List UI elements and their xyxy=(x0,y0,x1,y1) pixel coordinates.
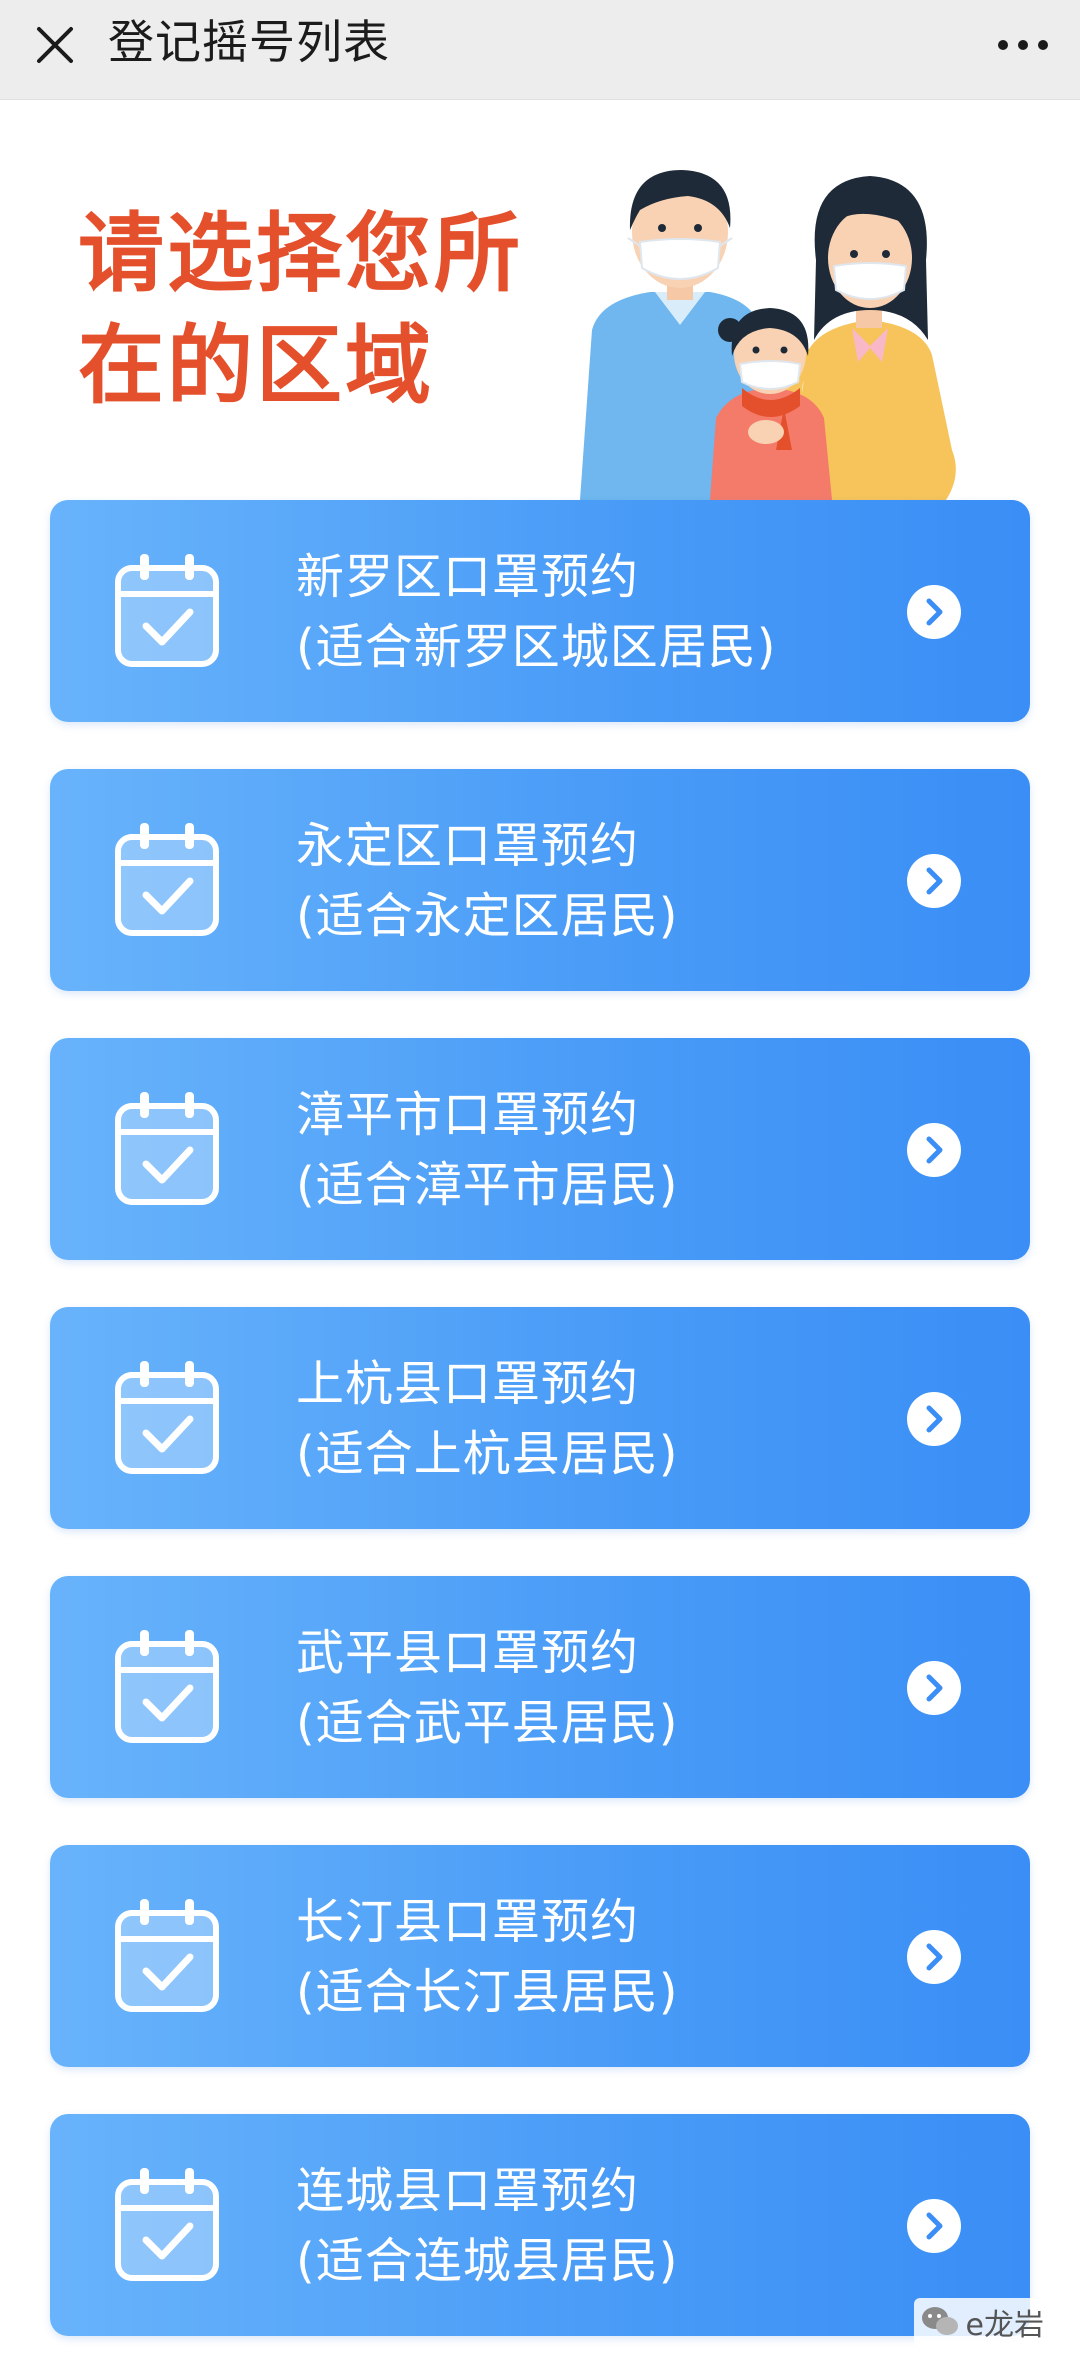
region-card-wuping[interactable]: 武平县口罩预约 (适合武平县居民) xyxy=(50,1576,1030,1798)
region-subtitle: (适合长汀县居民) xyxy=(296,1964,679,2020)
more-dots-icon xyxy=(998,40,1048,50)
region-subtitle: (适合上杭县居民) xyxy=(296,1426,679,1482)
region-subtitle: (适合连城县居民) xyxy=(296,2233,679,2289)
region-title: 上杭县口罩预约 xyxy=(296,1356,640,1412)
chevron-right-icon xyxy=(907,1661,961,1715)
close-icon xyxy=(37,27,73,63)
region-title: 永定区口罩预约 xyxy=(296,818,640,874)
top-bar: 登记摇号列表 xyxy=(0,0,1080,100)
region-subtitle: (适合永定区居民) xyxy=(296,888,679,944)
region-card-yongding[interactable]: 永定区口罩预约 (适合永定区居民) xyxy=(50,769,1030,991)
calendar-check-icon xyxy=(115,823,219,936)
region-subtitle: (适合新罗区城区居民) xyxy=(296,619,777,675)
region-card-zhangping[interactable]: 漳平市口罩预约 (适合漳平市居民) xyxy=(50,1038,1030,1260)
calendar-check-icon xyxy=(115,1092,219,1205)
chevron-right-icon xyxy=(907,1123,961,1177)
region-title: 新罗区口罩预约 xyxy=(296,549,640,605)
region-title: 连城县口罩预约 xyxy=(296,2163,640,2219)
page-title: 登记摇号列表 xyxy=(108,15,390,69)
region-card-xinluo[interactable]: 新罗区口罩预约 (适合新罗区城区居民) xyxy=(50,500,1030,722)
region-card-shanghang[interactable]: 上杭县口罩预约 (适合上杭县居民) xyxy=(50,1307,1030,1529)
watermark: e龙岩 xyxy=(913,2298,1050,2346)
chevron-right-icon xyxy=(907,1392,961,1446)
region-title: 漳平市口罩预约 xyxy=(296,1087,640,1143)
region-title: 长汀县口罩预约 xyxy=(296,1894,640,1950)
chevron-right-icon xyxy=(907,1930,961,1984)
calendar-check-icon xyxy=(115,1361,219,1474)
region-card-changting[interactable]: 长汀县口罩预约 (适合长汀县居民) xyxy=(50,1845,1030,2067)
region-subtitle: (适合漳平市居民) xyxy=(296,1157,679,1213)
page: 登记摇号列表 请选择您所在的区域 新罗区口罩预约 (适合新罗区城区居民) 永定区… xyxy=(0,0,1080,2374)
close-button[interactable] xyxy=(24,14,86,76)
chevron-right-icon xyxy=(907,585,961,639)
kid-figure xyxy=(710,308,832,500)
calendar-check-icon xyxy=(115,1630,219,1743)
region-subtitle: (适合武平县居民) xyxy=(296,1695,679,1751)
wechat-icon xyxy=(921,2307,958,2335)
calendar-check-icon xyxy=(115,554,219,667)
region-title: 武平县口罩预约 xyxy=(296,1625,640,1681)
calendar-check-icon xyxy=(115,2168,219,2281)
more-button[interactable] xyxy=(988,14,1058,76)
family-illustration xyxy=(580,170,956,500)
region-card-liancheng[interactable]: 连城县口罩预约 (适合连城县居民) xyxy=(50,2114,1030,2336)
chevron-right-icon xyxy=(907,854,961,908)
headline: 请选择您所在的区域 xyxy=(78,204,523,416)
calendar-check-icon xyxy=(115,1899,219,2012)
header-banner: 请选择您所在的区域 xyxy=(0,100,1080,500)
watermark-text: e龙岩 xyxy=(965,2308,1044,2343)
chevron-right-icon xyxy=(907,2199,961,2253)
